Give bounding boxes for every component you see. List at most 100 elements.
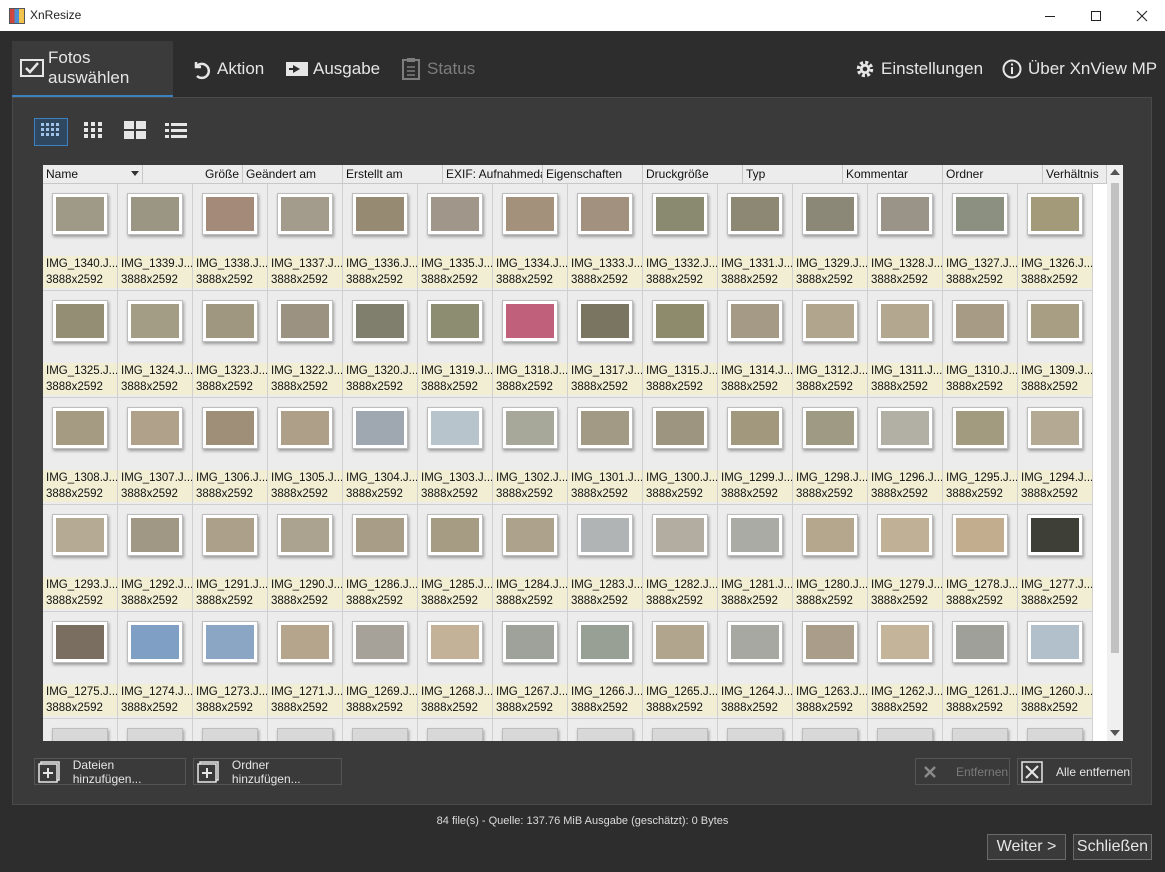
column-properties[interactable]: Eigenschaften <box>543 165 643 183</box>
file-item[interactable]: IMG_1310.J... 3888x2592 <box>943 291 1018 398</box>
file-item[interactable]: IMG_1334.J... 3888x2592 <box>493 184 568 291</box>
scroll-down-icon[interactable] <box>1110 730 1120 736</box>
file-item[interactable] <box>568 719 643 741</box>
file-item[interactable]: IMG_1283.J... 3888x2592 <box>568 505 643 612</box>
file-item[interactable] <box>793 719 868 741</box>
file-item[interactable]: IMG_1282.J... 3888x2592 <box>643 505 718 612</box>
file-item[interactable]: IMG_1298.J... 3888x2592 <box>793 398 868 505</box>
file-item[interactable]: IMG_1299.J... 3888x2592 <box>718 398 793 505</box>
file-item[interactable]: IMG_1333.J... 3888x2592 <box>568 184 643 291</box>
column-exif-date[interactable]: EXIF: Aufnahmedatum <box>443 165 543 183</box>
file-item[interactable]: IMG_1291.J... 3888x2592 <box>193 505 268 612</box>
file-item[interactable]: IMG_1311.J... 3888x2592 <box>868 291 943 398</box>
file-item[interactable]: IMG_1322.J... 3888x2592 <box>268 291 343 398</box>
file-item[interactable] <box>868 719 943 741</box>
settings-button[interactable]: Einstellungen <box>853 41 983 97</box>
close-button[interactable]: Schließen <box>1073 834 1152 860</box>
file-item[interactable]: IMG_1303.J... 3888x2592 <box>418 398 493 505</box>
file-item[interactable]: IMG_1309.J... 3888x2592 <box>1018 291 1093 398</box>
close-window-button[interactable] <box>1119 0 1165 31</box>
file-item[interactable]: IMG_1277.J... 3888x2592 <box>1018 505 1093 612</box>
file-item[interactable]: IMG_1296.J... 3888x2592 <box>868 398 943 505</box>
maximize-button[interactable] <box>1073 0 1119 31</box>
file-item[interactable]: IMG_1318.J... 3888x2592 <box>493 291 568 398</box>
file-item[interactable]: IMG_1261.J... 3888x2592 <box>943 612 1018 719</box>
column-modified[interactable]: Geändert am <box>243 165 343 183</box>
file-item[interactable]: IMG_1286.J... 3888x2592 <box>343 505 418 612</box>
file-item[interactable]: IMG_1278.J... 3888x2592 <box>943 505 1018 612</box>
file-item[interactable] <box>43 719 118 741</box>
file-item[interactable]: IMG_1327.J... 3888x2592 <box>943 184 1018 291</box>
file-item[interactable] <box>343 719 418 741</box>
view-details-button[interactable] <box>159 118 193 146</box>
file-item[interactable]: IMG_1326.J... 3888x2592 <box>1018 184 1093 291</box>
file-item[interactable] <box>943 719 1018 741</box>
tab-aktion[interactable]: Aktion <box>189 41 264 97</box>
file-item[interactable]: IMG_1305.J... 3888x2592 <box>268 398 343 505</box>
file-item[interactable]: IMG_1268.J... 3888x2592 <box>418 612 493 719</box>
file-item[interactable]: IMG_1262.J... 3888x2592 <box>868 612 943 719</box>
file-item[interactable]: IMG_1307.J... 3888x2592 <box>118 398 193 505</box>
file-item[interactable] <box>643 719 718 741</box>
file-item[interactable]: IMG_1340.J... 3888x2592 <box>43 184 118 291</box>
add-folder-button[interactable]: Ordner hinzufügen... <box>193 758 342 786</box>
file-item[interactable]: IMG_1264.J... 3888x2592 <box>718 612 793 719</box>
scrollbar-thumb[interactable] <box>1111 183 1119 653</box>
column-folder[interactable]: Ordner <box>943 165 1043 183</box>
file-item[interactable]: IMG_1336.J... 3888x2592 <box>343 184 418 291</box>
view-medium-thumbnails-button[interactable] <box>76 118 110 146</box>
file-item[interactable]: IMG_1293.J... 3888x2592 <box>43 505 118 612</box>
remove-button[interactable]: Entfernen <box>915 758 1010 785</box>
view-small-thumbnails-button[interactable] <box>34 118 68 146</box>
file-item[interactable]: IMG_1325.J... 3888x2592 <box>43 291 118 398</box>
file-item[interactable]: IMG_1323.J... 3888x2592 <box>193 291 268 398</box>
file-item[interactable] <box>193 719 268 741</box>
file-item[interactable]: IMG_1300.J... 3888x2592 <box>643 398 718 505</box>
file-item[interactable] <box>268 719 343 741</box>
file-item[interactable]: IMG_1338.J... 3888x2592 <box>193 184 268 291</box>
scroll-up-icon[interactable] <box>1110 169 1120 175</box>
file-item[interactable]: IMG_1337.J... 3888x2592 <box>268 184 343 291</box>
file-item[interactable]: IMG_1290.J... 3888x2592 <box>268 505 343 612</box>
file-item[interactable]: IMG_1301.J... 3888x2592 <box>568 398 643 505</box>
file-item[interactable]: IMG_1265.J... 3888x2592 <box>643 612 718 719</box>
file-item[interactable]: IMG_1306.J... 3888x2592 <box>193 398 268 505</box>
remove-all-button[interactable]: Alle entfernen <box>1017 758 1132 785</box>
file-item[interactable]: IMG_1274.J... 3888x2592 <box>118 612 193 719</box>
column-print-size[interactable]: Druckgröße <box>643 165 743 183</box>
file-item[interactable]: IMG_1304.J... 3888x2592 <box>343 398 418 505</box>
file-item[interactable]: IMG_1267.J... 3888x2592 <box>493 612 568 719</box>
file-item[interactable] <box>118 719 193 741</box>
file-item[interactable]: IMG_1280.J... 3888x2592 <box>793 505 868 612</box>
file-item[interactable]: IMG_1284.J... 3888x2592 <box>493 505 568 612</box>
file-item[interactable]: IMG_1260.J... 3888x2592 <box>1018 612 1093 719</box>
file-item[interactable]: IMG_1273.J... 3888x2592 <box>193 612 268 719</box>
file-item[interactable]: IMG_1281.J... 3888x2592 <box>718 505 793 612</box>
vertical-scrollbar[interactable] <box>1107 165 1123 741</box>
file-item[interactable]: IMG_1319.J... 3888x2592 <box>418 291 493 398</box>
file-item[interactable] <box>718 719 793 741</box>
file-item[interactable]: IMG_1285.J... 3888x2592 <box>418 505 493 612</box>
file-item[interactable]: IMG_1275.J... 3888x2592 <box>43 612 118 719</box>
column-created[interactable]: Erstellt am <box>343 165 443 183</box>
file-item[interactable]: IMG_1314.J... 3888x2592 <box>718 291 793 398</box>
file-item[interactable]: IMG_1335.J... 3888x2592 <box>418 184 493 291</box>
file-item[interactable] <box>493 719 568 741</box>
file-item[interactable]: IMG_1292.J... 3888x2592 <box>118 505 193 612</box>
file-item[interactable]: IMG_1312.J... 3888x2592 <box>793 291 868 398</box>
column-ratio[interactable]: Verhältnis <box>1043 165 1107 183</box>
file-item[interactable]: IMG_1329.J... 3888x2592 <box>793 184 868 291</box>
file-item[interactable]: IMG_1317.J... 3888x2592 <box>568 291 643 398</box>
file-item[interactable]: IMG_1315.J... 3888x2592 <box>643 291 718 398</box>
column-comment[interactable]: Kommentar <box>843 165 943 183</box>
file-item[interactable]: IMG_1263.J... 3888x2592 <box>793 612 868 719</box>
file-item[interactable] <box>418 719 493 741</box>
add-files-button[interactable]: Dateien hinzufügen... <box>34 758 186 786</box>
file-item[interactable]: IMG_1302.J... 3888x2592 <box>493 398 568 505</box>
file-item[interactable]: IMG_1332.J... 3888x2592 <box>643 184 718 291</box>
file-item[interactable]: IMG_1308.J... 3888x2592 <box>43 398 118 505</box>
file-item[interactable]: IMG_1324.J... 3888x2592 <box>118 291 193 398</box>
file-item[interactable]: IMG_1328.J... 3888x2592 <box>868 184 943 291</box>
file-item[interactable]: IMG_1331.J... 3888x2592 <box>718 184 793 291</box>
column-size[interactable]: Größe <box>143 165 243 183</box>
